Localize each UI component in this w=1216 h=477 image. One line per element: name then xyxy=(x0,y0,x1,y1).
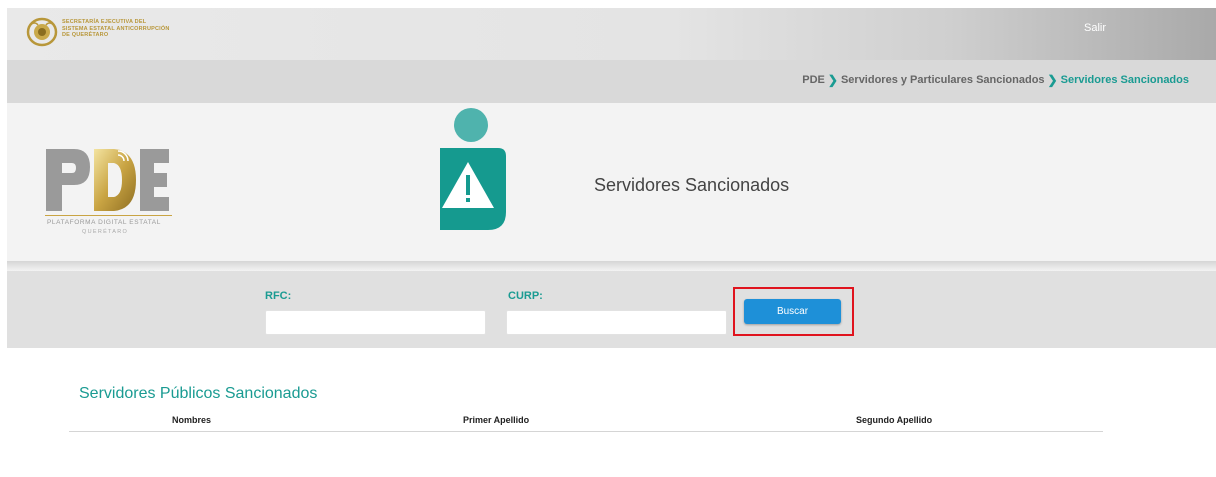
breadcrumb-item-current: Servidores Sancionados xyxy=(1060,74,1189,86)
divider xyxy=(7,261,1216,271)
chevron-right-icon: ❯ xyxy=(827,73,838,87)
page-title: Servidores Sancionados xyxy=(594,175,790,195)
sanctioned-person-warning-icon xyxy=(440,108,506,230)
seal-logo-icon xyxy=(26,17,58,47)
search-button[interactable]: Buscar xyxy=(744,299,841,324)
results-title: Servidores Públicos Sancionados xyxy=(79,385,318,402)
org-name: SECRETARÍA EJECUTIVA DEL SISTEMA ESTATAL… xyxy=(62,19,170,39)
column-header-primer-apellido[interactable]: Primer Apellido xyxy=(463,415,529,425)
org-line-3: DE QUERÉTARO xyxy=(62,32,109,38)
table-divider xyxy=(69,431,1103,432)
rfc-input[interactable] xyxy=(265,310,486,335)
breadcrumb: PDE ❯ Servidores y Particulares Sanciona… xyxy=(802,73,1189,87)
rfc-label: RFC: xyxy=(265,290,292,302)
logo-state: QUERÉTARO xyxy=(82,229,129,235)
pde-logo xyxy=(45,149,172,216)
curp-label: CURP: xyxy=(508,290,543,302)
logout-link[interactable]: Salir xyxy=(1084,22,1106,34)
logo-subtitle: PLATAFORMA DIGITAL ESTATAL xyxy=(47,219,161,226)
column-header-segundo-apellido[interactable]: Segundo Apellido xyxy=(856,415,932,425)
curp-input[interactable] xyxy=(506,310,727,335)
column-header-nombres[interactable]: Nombres xyxy=(172,415,211,425)
breadcrumb-item-pde[interactable]: PDE xyxy=(802,74,825,86)
breadcrumb-item-sancionados[interactable]: Servidores y Particulares Sancionados xyxy=(841,74,1045,86)
top-header-bar xyxy=(7,8,1216,60)
chevron-right-icon: ❯ xyxy=(1047,73,1058,87)
